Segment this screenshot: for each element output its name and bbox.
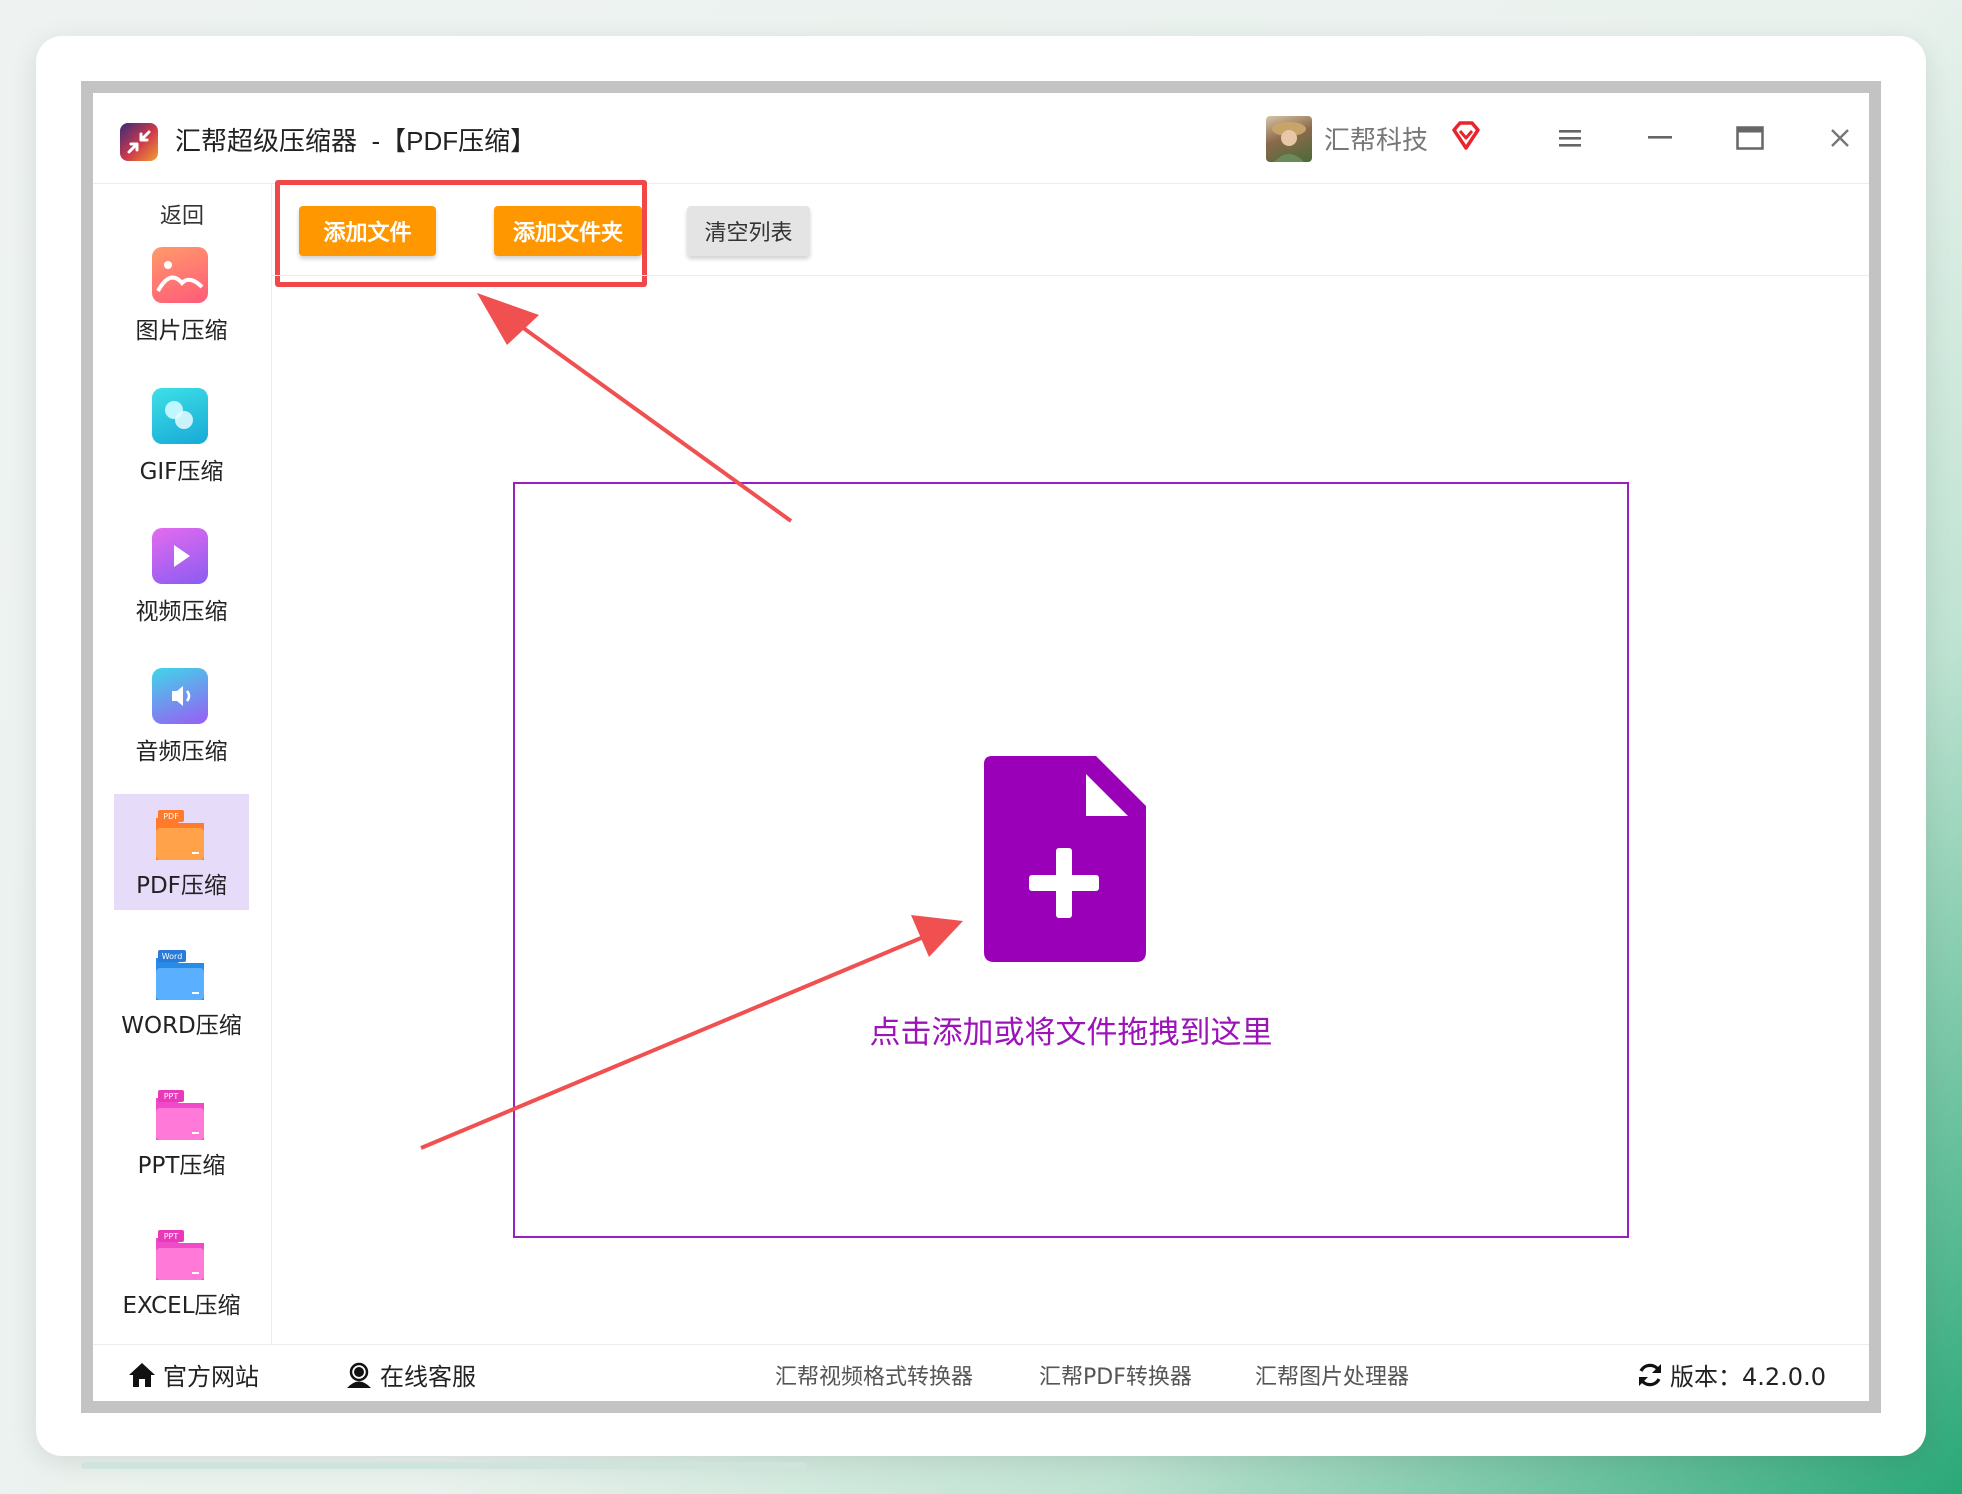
- menu-button[interactable]: [1540, 111, 1600, 165]
- online-service-link[interactable]: 在线客服: [344, 1357, 476, 1392]
- title-bar: 汇帮超级压缩器 -【PDF压缩】 汇帮科技: [93, 93, 1869, 183]
- minimize-icon: [1648, 136, 1672, 139]
- hamburger-icon: [1559, 130, 1581, 147]
- sidebar-item-label: PDF压缩: [136, 873, 227, 899]
- customer-service-icon: [347, 1362, 371, 1388]
- sidebar-item-ppt[interactable]: PPT PPT压缩: [114, 1074, 249, 1190]
- sidebar: 返回 图片压缩 GIF压缩 视频压缩 音频压缩 PDF PDF压缩 Word W…: [93, 184, 271, 1344]
- maximize-icon: [1736, 126, 1764, 150]
- product-link-image-processor[interactable]: 汇帮图片处理器: [1255, 1359, 1409, 1391]
- sidebar-item-label: GIF压缩: [139, 459, 224, 485]
- online-service-label: 在线客服: [380, 1363, 476, 1391]
- product-link-video-converter[interactable]: 汇帮视频格式转换器: [775, 1359, 973, 1391]
- sidebar-divider: [271, 184, 272, 1344]
- app-window: 汇帮超级压缩器 -【PDF压缩】 汇帮科技 返回 图片压缩 GIF压缩 视频压缩…: [81, 81, 1881, 1413]
- audio-compress-icon: [152, 668, 208, 724]
- minimize-button[interactable]: [1630, 111, 1690, 165]
- svg-text:PPT: PPT: [164, 1232, 179, 1241]
- sidebar-item-audio[interactable]: 音频压缩: [114, 660, 249, 776]
- sidebar-item-word[interactable]: Word WORD压缩: [114, 934, 249, 1050]
- sidebar-item-label: 视频压缩: [135, 599, 228, 625]
- home-icon: [129, 1362, 155, 1387]
- pdf-compress-icon: PDF: [152, 808, 208, 864]
- back-link[interactable]: 返回: [93, 198, 271, 230]
- sidebar-item-video[interactable]: 视频压缩: [114, 520, 249, 636]
- gif-compress-icon: [152, 388, 208, 444]
- sidebar-item-label: 图片压缩: [135, 318, 228, 344]
- user-name[interactable]: 汇帮科技: [1324, 120, 1428, 157]
- official-website-label: 官方网站: [163, 1363, 259, 1391]
- maximize-button[interactable]: [1720, 111, 1780, 165]
- official-website-link[interactable]: 官方网站: [127, 1357, 259, 1392]
- highlight-box: [275, 180, 647, 287]
- image-compress-icon: [152, 247, 208, 303]
- footer-bar: 官方网站 在线客服 汇帮视频格式转换器 汇帮PDF转换器 汇帮图片处理器 版本：…: [93, 1345, 1869, 1403]
- sidebar-item-pdf[interactable]: PDF PDF压缩: [114, 794, 249, 910]
- sidebar-item-excel[interactable]: PPT EXCEL压缩: [114, 1214, 249, 1330]
- sidebar-item-label: WORD压缩: [121, 1013, 242, 1039]
- version-info[interactable]: 版本：4.2.0.0: [1636, 1357, 1826, 1392]
- product-link-pdf-converter[interactable]: 汇帮PDF转换器: [1039, 1359, 1192, 1391]
- app-logo-icon: [120, 123, 158, 161]
- ppt-compress-icon: PPT: [152, 1088, 208, 1144]
- sidebar-item-label: EXCEL压缩: [122, 1293, 241, 1319]
- vip-diamond-icon[interactable]: [1449, 119, 1483, 157]
- toolbar-divider: [272, 275, 1869, 276]
- excel-compress-icon: PPT: [152, 1228, 208, 1284]
- drop-hint-text: 点击添加或将文件拖拽到这里: [869, 1015, 1273, 1051]
- close-icon: [1831, 129, 1849, 147]
- window-title: 汇帮超级压缩器 -【PDF压缩】: [175, 126, 537, 156]
- sidebar-item-label: 音频压缩: [135, 739, 228, 765]
- clear-list-button[interactable]: 清空列表: [687, 206, 810, 256]
- file-drop-zone[interactable]: 点击添加或将文件拖拽到这里: [513, 482, 1629, 1238]
- close-button[interactable]: [1810, 111, 1870, 165]
- video-compress-icon: [152, 528, 208, 584]
- svg-text:PPT: PPT: [164, 1092, 179, 1101]
- horizontal-scrollbar[interactable]: [81, 1462, 807, 1469]
- sidebar-item-image[interactable]: 图片压缩: [114, 239, 249, 355]
- svg-text:PDF: PDF: [163, 812, 179, 821]
- version-label: 版本：4.2.0.0: [1670, 1363, 1826, 1391]
- user-avatar[interactable]: [1266, 116, 1312, 162]
- sidebar-item-label: PPT压缩: [137, 1153, 226, 1179]
- svg-text:Word: Word: [162, 952, 183, 961]
- sidebar-item-gif[interactable]: GIF压缩: [114, 380, 249, 496]
- refresh-icon: [1639, 1363, 1661, 1386]
- add-file-icon: [984, 756, 1146, 966]
- word-compress-icon: Word: [152, 948, 208, 1004]
